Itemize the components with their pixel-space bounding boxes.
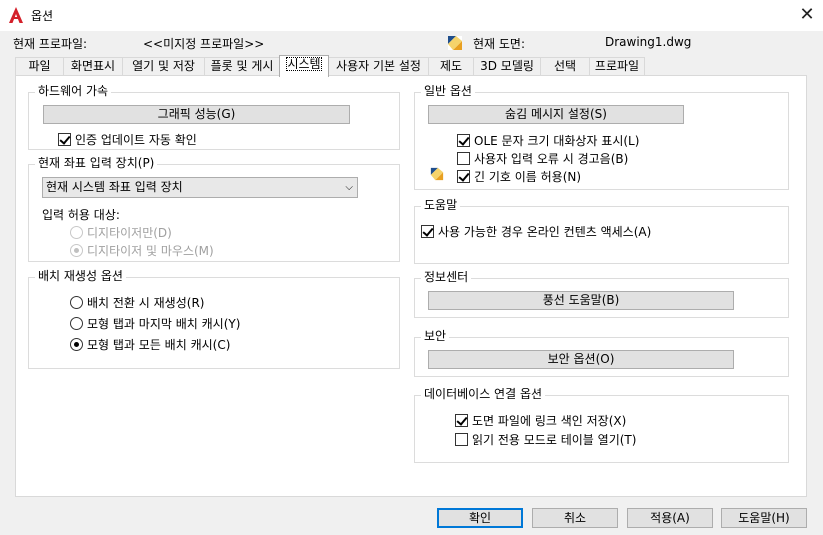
- cancel-button[interactable]: 취소: [532, 508, 618, 528]
- cache-model-last-layout-radio[interactable]: 모형 탭과 마지막 배치 캐시(Y): [70, 315, 240, 332]
- help-title: 도움말: [421, 198, 461, 213]
- tab-profiles[interactable]: 프로파일: [589, 57, 645, 76]
- regen-on-switch-radio[interactable]: 배치 전환 시 재생성(R): [70, 294, 204, 311]
- dbconnect-title: 데이터베이스 연결 옵션: [421, 387, 546, 402]
- accept-input-label: 입력 허용 대상:: [42, 208, 120, 222]
- drawing-file-icon: [448, 36, 462, 50]
- pointing-device-select[interactable]: 현재 시스템 좌표 입력 장치 ⌵: [42, 177, 358, 198]
- digitizer-only-radio[interactable]: 디지타이저만(D): [70, 224, 172, 241]
- current-profile-label: 현재 프로파일:: [13, 37, 88, 51]
- current-drawing-value: Drawing1.dwg: [605, 35, 692, 49]
- tab-3d-modeling[interactable]: 3D 모델링: [473, 57, 541, 76]
- open-tables-readonly-checkbox[interactable]: 읽기 전용 모드로 테이블 열기(T): [455, 431, 636, 448]
- general-options-title: 일반 옵션: [421, 84, 475, 99]
- infocenter-title: 정보센터: [421, 270, 472, 285]
- dbconnect-group: 데이터베이스 연결 옵션 도면 파일에 링크 색인 저장(X) 읽기 전용 모드…: [414, 387, 789, 463]
- tab-display[interactable]: 화면표시: [63, 57, 123, 76]
- online-content-checkbox[interactable]: 사용 가능한 경우 온라인 컨텐츠 액세스(A): [421, 223, 651, 240]
- tab-system[interactable]: 시스템: [279, 55, 329, 77]
- window-title: 옵션: [31, 9, 54, 23]
- current-drawing-label: 현재 도면:: [473, 37, 526, 51]
- close-button[interactable]: ✕: [795, 4, 819, 26]
- autocad-logo-icon: [9, 7, 23, 23]
- system-tab-panel: 하드웨어 가속 그래픽 성능(G) 인증 업데이트 자동 확인 현재 좌표 입력…: [15, 75, 807, 497]
- ok-button[interactable]: 확인: [437, 508, 523, 528]
- balloon-notifications-button[interactable]: 풍선 도움말(B): [428, 291, 734, 310]
- drawing-setting-icon: [430, 167, 444, 181]
- tab-plot-publish[interactable]: 플롯 및 게시: [204, 57, 280, 76]
- beep-on-error-checkbox[interactable]: 사용자 입력 오류 시 경고음(B): [457, 150, 628, 167]
- verify-updates-check[interactable]: [58, 133, 71, 146]
- pointing-device-title: 현재 좌표 입력 장치(P): [35, 156, 158, 171]
- help-button[interactable]: 도움말(H): [721, 508, 807, 528]
- general-options-group: 일반 옵션 숨김 메시지 설정(S) OLE 문자 크기 대화상자 표시(L) …: [414, 84, 789, 190]
- graphics-performance-button[interactable]: 그래픽 성능(G): [43, 105, 350, 124]
- security-title: 보안: [421, 329, 450, 344]
- help-group: 도움말 사용 가능한 경우 온라인 컨텐츠 액세스(A): [414, 198, 789, 264]
- digitizer-and-mouse-radio[interactable]: 디지타이저 및 마우스(M): [70, 242, 214, 259]
- hardware-acceleration-title: 하드웨어 가속: [35, 84, 112, 99]
- title-bar: 옵션 ✕: [0, 0, 823, 31]
- ole-text-size-checkbox[interactable]: OLE 문자 크기 대화상자 표시(L): [457, 132, 639, 149]
- hardware-acceleration-group: 하드웨어 가속 그래픽 성능(G) 인증 업데이트 자동 확인: [28, 84, 400, 150]
- tab-files[interactable]: 파일: [15, 57, 64, 76]
- cache-model-all-layouts-radio[interactable]: 모형 탭과 모든 배치 캐시(C): [70, 336, 230, 353]
- tab-drafting[interactable]: 제도: [428, 57, 474, 76]
- tab-selection[interactable]: 선택: [540, 57, 590, 76]
- verify-updates-checkbox[interactable]: 인증 업데이트 자동 확인: [58, 131, 197, 148]
- infocenter-group: 정보센터 풍선 도움말(B): [414, 270, 789, 318]
- tab-user-preferences[interactable]: 사용자 기본 설정: [328, 57, 429, 76]
- layout-regen-group: 배치 재생성 옵션 배치 전환 시 재생성(R) 모형 탭과 마지막 배치 캐시…: [28, 269, 400, 369]
- tab-open-save[interactable]: 열기 및 저장: [122, 57, 205, 76]
- pointing-device-group: 현재 좌표 입력 장치(P) 현재 시스템 좌표 입력 장치 ⌵ 입력 허용 대…: [28, 156, 400, 262]
- security-options-button[interactable]: 보안 옵션(O): [428, 350, 734, 369]
- long-symbol-names-checkbox[interactable]: 긴 기호 이름 허용(N): [457, 168, 581, 185]
- hidden-messages-settings-button[interactable]: 숨김 메시지 설정(S): [428, 105, 684, 124]
- chevron-down-icon: ⌵: [345, 182, 353, 193]
- current-profile-value: <<미지정 프로파일>>: [143, 37, 265, 51]
- apply-button[interactable]: 적용(A): [627, 508, 713, 528]
- layout-regen-title: 배치 재생성 옵션: [35, 269, 126, 284]
- store-links-index-checkbox[interactable]: 도면 파일에 링크 색인 저장(X): [455, 412, 626, 429]
- security-group: 보안 보안 옵션(O): [414, 329, 789, 377]
